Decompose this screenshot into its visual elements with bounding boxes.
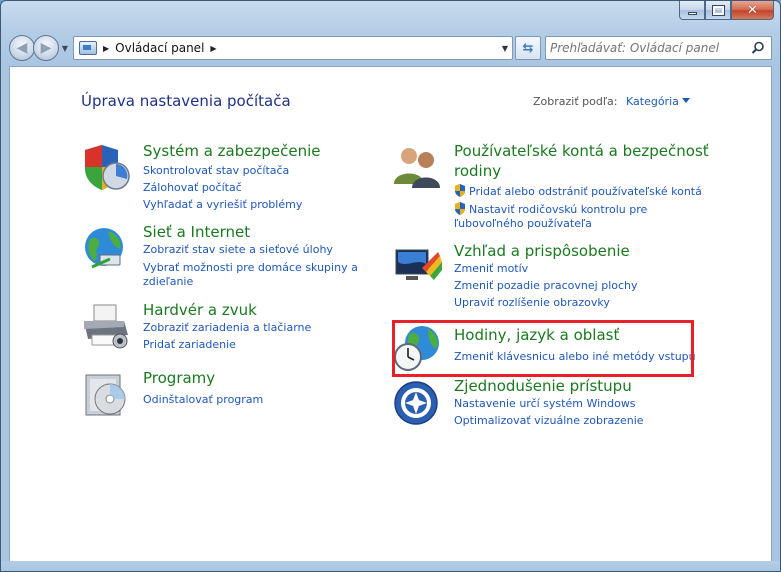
category-hardware-sound: Hardvér a zvuk Zobraziť zariadenia a tla…	[80, 301, 360, 361]
minimize-icon	[687, 11, 697, 15]
category-programs: Programy Odinštalovať program	[80, 369, 360, 421]
back-button[interactable]: ◀	[9, 35, 35, 61]
breadcrumb-chevron-icon[interactable]: ▶	[103, 44, 109, 53]
category-link[interactable]: Zobraziť zariadenia a tlačiarne	[143, 321, 311, 335]
category-link-text[interactable]: Pridať alebo odstrániť používateľské kon…	[469, 185, 702, 198]
refresh-button[interactable]: ⇆	[515, 36, 541, 60]
recent-pages-dropdown[interactable]: ▼	[59, 38, 71, 58]
category-user-accounts: Používateľské kontá a bezpečnosť rodiny …	[392, 142, 732, 232]
close-button[interactable]: ✕	[731, 1, 774, 20]
search-input[interactable]	[550, 41, 750, 55]
category-link[interactable]: Zmeniť motív	[454, 262, 528, 276]
maximize-button[interactable]	[705, 1, 731, 20]
back-arrow-icon: ◀	[16, 40, 28, 56]
category-link[interactable]: Optimalizovať vizuálne zobrazenie	[454, 414, 644, 428]
category-link[interactable]: zdieľanie	[143, 275, 193, 289]
refresh-icon: ⇆	[522, 40, 534, 56]
category-network-internet: Sieť a Internet Zobraziť stav siete a si…	[80, 223, 370, 293]
category-title[interactable]: Používateľské kontá a bezpečnosť	[454, 142, 709, 160]
minimize-button[interactable]	[679, 1, 705, 20]
control-panel-icon	[79, 41, 97, 55]
breadcrumb-chevron-icon[interactable]: ▶	[210, 44, 216, 53]
highlight-box	[392, 320, 694, 377]
uac-shield-icon	[455, 184, 465, 197]
control-panel-content: Úprava nastavenia počítača Zobraziť podľ…	[9, 66, 772, 562]
close-icon: ✕	[747, 2, 758, 18]
category-link[interactable]: Odinštalovať program	[143, 393, 263, 407]
window-bottom-frame	[1, 561, 780, 571]
page-title: Úprava nastavenia počítača	[81, 92, 291, 110]
category-title[interactable]: Vzhľad a prispôsobenie	[454, 242, 630, 260]
chevron-down-icon[interactable]	[682, 98, 690, 103]
users-icon[interactable]	[392, 142, 444, 194]
forward-arrow-icon: ▶	[40, 40, 52, 56]
maximize-icon	[711, 4, 725, 16]
printer-icon[interactable]	[80, 301, 132, 353]
search-box[interactable]	[545, 36, 772, 60]
category-link[interactable]: Zálohovať počítač	[143, 181, 242, 195]
category-link[interactable]: Nastaviť rodičovskú kontrolu pre	[454, 202, 647, 217]
accessibility-icon[interactable]	[392, 379, 444, 431]
category-appearance: Vzhľad a prispôsobenie Zmeniť motív Zmen…	[392, 242, 712, 312]
category-title[interactable]: Systém a zabezpečenie	[143, 142, 320, 160]
category-link[interactable]: Zmeniť pozadie pracovnej plochy	[454, 279, 638, 293]
category-title[interactable]: Sieť a Internet	[143, 223, 250, 241]
category-link[interactable]: Vybrať možnosti pre domáce skupiny a	[143, 261, 358, 275]
category-link[interactable]: Pridať alebo odstrániť používateľské kon…	[454, 184, 702, 199]
view-by-dropdown[interactable]: Kategória	[626, 95, 679, 108]
search-icon[interactable]	[751, 41, 765, 55]
address-dropdown-icon[interactable]: ▼	[502, 37, 508, 59]
category-system-security: Systém a zabezpečenie Skontrolovať stav …	[80, 142, 360, 212]
explorer-window: ✕ ◀ ▶ ▼ ▶ Ovládací panel ▶ ▼ ⇆ Úprava na…	[0, 0, 781, 572]
category-link[interactable]: ľubovoľného používateľa	[454, 217, 592, 231]
programs-disc-icon[interactable]	[80, 369, 132, 421]
uac-shield-icon	[455, 202, 465, 215]
caption-buttons: ✕	[679, 1, 774, 20]
category-link-text[interactable]: Nastaviť rodičovskú kontrolu pre	[469, 203, 647, 216]
category-title[interactable]: Hardvér a zvuk	[143, 301, 257, 319]
view-by-label: Zobraziť podľa:	[533, 95, 618, 108]
category-link[interactable]: Upraviť rozlíšenie obrazovky	[454, 296, 610, 310]
navigation-bar: ◀ ▶ ▼ ▶ Ovládací panel ▶ ▼ ⇆	[9, 34, 772, 62]
category-link[interactable]: Skontrolovať stav počítača	[143, 164, 289, 178]
forward-button[interactable]: ▶	[33, 35, 59, 61]
security-shield-icon[interactable]	[80, 142, 132, 194]
category-ease-of-access: Zjednodušenie prístupu Nastavenie určí s…	[392, 377, 692, 437]
network-globe-icon[interactable]	[80, 223, 132, 275]
category-title-continued[interactable]: rodiny	[454, 162, 501, 180]
category-title[interactable]: Zjednodušenie prístupu	[454, 377, 632, 395]
category-link[interactable]: Pridať zariadenie	[143, 338, 236, 352]
appearance-monitor-icon[interactable]	[392, 242, 444, 294]
category-title[interactable]: Programy	[143, 369, 215, 387]
breadcrumb-control-panel[interactable]: Ovládací panel	[115, 41, 204, 55]
category-link[interactable]: Nastavenie určí systém Windows	[454, 397, 636, 411]
category-link[interactable]: Zobraziť stav siete a sieťové úlohy	[143, 243, 333, 257]
address-bar[interactable]: ▶ Ovládací panel ▶ ▼	[73, 36, 513, 60]
category-link[interactable]: Vyhľadať a vyriešiť problémy	[143, 198, 302, 212]
